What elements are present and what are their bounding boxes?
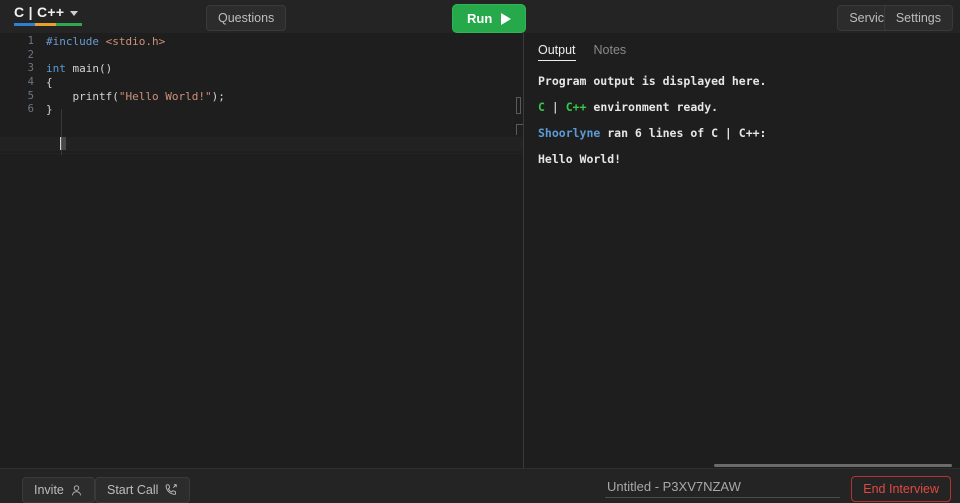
chevron-down-icon[interactable] — [70, 11, 79, 16]
code-line-text: int main() — [46, 62, 112, 76]
code-token: "Hello World!" — [118, 89, 212, 103]
code-token: printf( — [46, 89, 119, 103]
run-button[interactable]: Run — [452, 4, 527, 33]
code-line[interactable]: 2 — [0, 49, 523, 63]
code-line[interactable]: 3 int main() — [0, 62, 523, 76]
output-line: Hello World! — [538, 152, 950, 167]
output-console: Program output is displayed here. C | C++… — [538, 74, 950, 178]
line-number: 6 — [27, 103, 34, 116]
code-token: <stdio.h> — [105, 35, 166, 48]
session-title-input[interactable] — [605, 477, 840, 498]
output-segment: Program output is displayed here. — [538, 74, 767, 88]
code-lines-container[interactable]: 1 #include <stdio.h> 2 3 int main() 4{5 print… — [0, 33, 523, 117]
editor-scroll-marker-lower[interactable] — [516, 124, 523, 135]
text-cursor — [60, 137, 66, 150]
code-line-text: printf("Hello World!"); — [46, 89, 225, 104]
code-line-text: #include <stdio.h> — [46, 35, 165, 49]
output-panel: Output Notes Program output is displayed … — [524, 33, 960, 468]
code-line[interactable]: 6} — [0, 103, 523, 117]
app-window: C | C++ Questions Run Service Settings 1… — [0, 0, 960, 503]
settings-button[interactable]: Settings — [883, 5, 953, 31]
accent-segment-green — [56, 23, 82, 26]
horizontal-scrollbar[interactable] — [714, 464, 952, 467]
output-line: C | C++ environment ready. — [538, 100, 950, 115]
end-interview-button[interactable]: End Interview — [851, 476, 951, 502]
output-segment: | — [544, 100, 566, 114]
start-call-button[interactable]: Start Call — [95, 477, 191, 503]
line-number: 4 — [27, 76, 34, 89]
invite-button-label: Invite — [34, 483, 64, 497]
code-token: { — [46, 76, 53, 90]
code-line[interactable]: 4{ — [0, 76, 523, 90]
code-token: ); — [211, 89, 225, 103]
tab-output[interactable]: Output — [538, 43, 576, 61]
language-selector[interactable]: C | C++ — [14, 5, 82, 26]
code-line[interactable]: 1 #include <stdio.h> — [0, 35, 523, 49]
editor-scroll-marker-upper[interactable] — [516, 97, 521, 114]
code-editor[interactable]: 1 #include <stdio.h> 2 3 int main() 4{5 print… — [0, 33, 523, 468]
line-number: 1 — [27, 35, 34, 47]
output-segment: Shoorlyne — [538, 126, 601, 140]
bottom-toolbar: Invite Start Call End Interview — [0, 464, 960, 503]
output-tabs[interactable]: Output Notes — [538, 43, 626, 61]
language-selector-row: C | C++ — [14, 4, 79, 20]
person-icon — [71, 484, 81, 495]
phone-outgoing-icon — [166, 484, 178, 495]
tab-notes[interactable]: Notes — [594, 43, 627, 60]
accent-segment-orange — [35, 23, 56, 26]
accent-segment-blue — [14, 23, 35, 26]
output-segment: Hello World! — [538, 152, 622, 166]
play-icon — [501, 12, 512, 25]
run-button-label: Run — [467, 11, 493, 26]
code-line[interactable]: 5 printf("Hello World!"); — [0, 90, 523, 104]
start-call-button-label: Start Call — [107, 483, 159, 497]
code-token: } — [46, 103, 53, 117]
output-line: Shoorlyne ran 6 lines of C | C++: — [538, 126, 950, 141]
code-token: main() — [65, 62, 113, 76]
language-accent-underline — [14, 23, 82, 26]
language-label: C | C++ — [14, 4, 65, 20]
output-segment: C — [538, 100, 545, 114]
line-number: 5 — [27, 89, 34, 102]
code-token: #include — [46, 35, 99, 48]
invite-button[interactable]: Invite — [22, 477, 95, 503]
active-line-highlight — [0, 137, 523, 151]
code-token: int — [46, 62, 66, 76]
output-segment: ran 6 lines of C | C++: — [600, 126, 767, 140]
output-segment: C++ — [565, 100, 587, 114]
output-line: Program output is displayed here. — [538, 74, 950, 89]
code-line-text: } — [46, 103, 53, 117]
output-segment: environment ready. — [586, 100, 719, 114]
editor-faint-rule — [0, 153, 523, 154]
questions-button[interactable]: Questions — [206, 5, 287, 31]
code-line-text: { — [46, 76, 53, 90]
line-number: 2 — [27, 48, 34, 61]
line-number: 3 — [27, 62, 34, 75]
top-toolbar: C | C++ Questions Run Service Settings — [0, 0, 960, 33]
